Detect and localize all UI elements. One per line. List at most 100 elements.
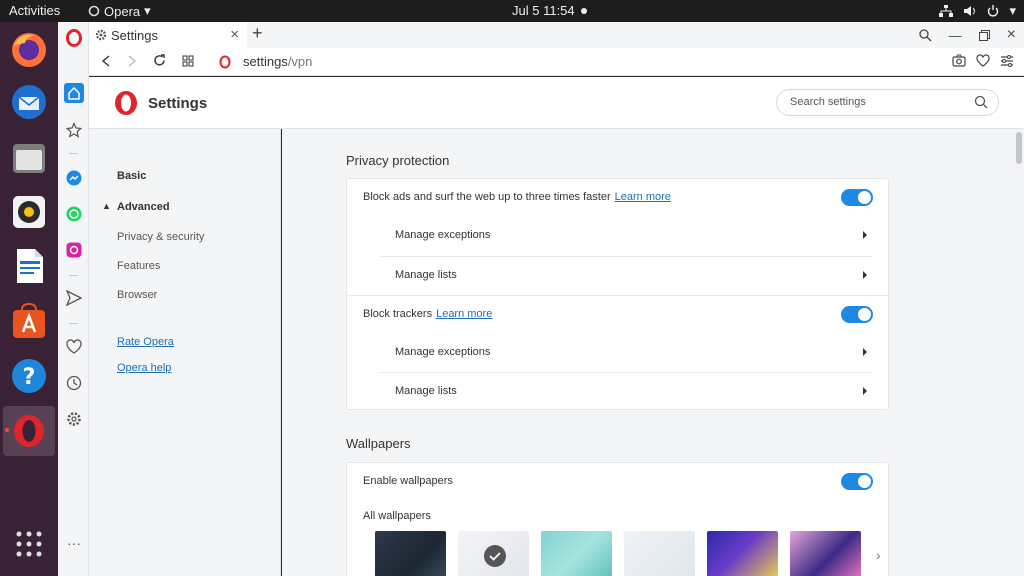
show-applications-icon[interactable] xyxy=(9,524,49,564)
wallpaper-thumbnail[interactable] xyxy=(790,531,861,576)
section-title-wallpapers: Wallpapers xyxy=(346,436,411,451)
back-icon[interactable] xyxy=(101,54,111,67)
divider xyxy=(69,275,78,276)
reload-icon[interactable] xyxy=(153,54,166,67)
page-title: Settings xyxy=(148,95,208,112)
ads-manage-lists-row[interactable]: Manage lists xyxy=(379,256,873,294)
bookmark-heart-icon[interactable] xyxy=(976,54,990,67)
divider xyxy=(69,153,78,154)
ads-manage-exceptions-label: Manage exceptions xyxy=(395,229,491,241)
block-ads-row: Block ads and surf the web up to three t… xyxy=(347,179,888,217)
nav-advanced[interactable]: Advanced xyxy=(117,201,170,213)
clock[interactable]: Jul 5 11:54 xyxy=(512,3,575,18)
home-icon[interactable] xyxy=(64,83,84,103)
search-placeholder: Search settings xyxy=(790,96,866,108)
opera-help-link[interactable]: Opera help xyxy=(117,362,171,374)
block-trackers-toggle[interactable] xyxy=(841,306,873,323)
speed-dial-icon[interactable] xyxy=(182,55,194,67)
forward-icon[interactable] xyxy=(127,54,137,67)
settings-nav: Basic ▲ Advanced Privacy & security Feat… xyxy=(89,129,281,576)
settings-gear-icon[interactable] xyxy=(64,409,84,429)
ads-manage-exceptions-row[interactable]: Manage exceptions xyxy=(379,217,873,255)
messenger-icon[interactable] xyxy=(64,168,84,188)
ads-manage-lists-label: Manage lists xyxy=(395,269,457,281)
trackers-manage-lists-row[interactable]: Manage lists xyxy=(379,372,873,410)
search-tabs-icon[interactable] xyxy=(919,28,932,42)
instagram-icon[interactable] xyxy=(64,240,84,260)
firefox-icon[interactable] xyxy=(9,30,49,70)
section-title-privacy: Privacy protection xyxy=(346,153,450,168)
app-menu-label: Opera xyxy=(104,3,141,19)
opera-page-icon xyxy=(219,55,231,68)
enable-wallpapers-label: Enable wallpapers xyxy=(363,475,453,487)
ubuntu-software-icon[interactable] xyxy=(9,301,49,341)
rate-opera-link[interactable]: Rate Opera xyxy=(117,336,174,348)
chevron-right-icon[interactable]: › xyxy=(876,547,881,563)
nav-privacy-security[interactable]: Privacy & security xyxy=(117,231,204,243)
minimize-button[interactable]: — xyxy=(949,28,962,43)
settings-content: Privacy protection Block ads and surf th… xyxy=(282,129,1014,576)
activities-button[interactable]: Activities xyxy=(9,3,60,18)
chevron-right-icon xyxy=(863,231,867,239)
trackers-learn-more-link[interactable]: Learn more xyxy=(436,308,492,320)
trackers-manage-exceptions-label: Manage exceptions xyxy=(395,346,491,358)
system-top-bar: Activities Opera ▾ Jul 5 11:54 ▾ xyxy=(0,0,1024,22)
ubuntu-dock: ? xyxy=(0,22,58,576)
maximize-button[interactable] xyxy=(978,29,990,41)
wallpaper-thumbnail[interactable] xyxy=(707,531,778,576)
search-icon xyxy=(974,95,988,109)
files-icon[interactable] xyxy=(9,138,49,178)
close-window-button[interactable]: × xyxy=(1007,26,1016,44)
app-menu[interactable]: Opera ▾ xyxy=(88,3,151,19)
wallpaper-thumbnail-selected[interactable] xyxy=(458,531,529,576)
svg-text:?: ? xyxy=(23,365,36,390)
opera-logo xyxy=(115,91,137,115)
close-tab-icon[interactable]: × xyxy=(230,26,239,43)
scrollbar[interactable] xyxy=(1014,129,1024,576)
collapse-caret-icon[interactable]: ▲ xyxy=(102,201,111,211)
libreoffice-writer-icon[interactable] xyxy=(9,246,49,286)
history-icon[interactable] xyxy=(64,373,84,393)
new-tab-button[interactable]: + xyxy=(252,23,263,44)
scrollbar-thumb[interactable] xyxy=(1016,132,1022,164)
trackers-manage-exceptions-row[interactable]: Manage exceptions xyxy=(379,334,873,372)
running-indicator xyxy=(5,428,9,432)
enable-wallpapers-toggle[interactable] xyxy=(841,473,873,490)
system-tray[interactable]: ▾ xyxy=(939,3,1016,19)
star-icon[interactable] xyxy=(64,120,84,140)
url-host: settings xyxy=(243,54,288,69)
block-trackers-label: Block trackers xyxy=(363,308,433,320)
enable-wallpapers-row: Enable wallpapers xyxy=(347,463,888,501)
opera-sidebar: ··· xyxy=(58,22,89,576)
privacy-card: Block ads and surf the web up to three t… xyxy=(346,178,889,410)
block-ads-label: Block ads and surf the web up to three t… xyxy=(363,191,611,203)
whatsapp-icon[interactable] xyxy=(64,204,84,224)
snapshot-camera-icon[interactable] xyxy=(952,54,966,67)
gear-icon xyxy=(95,29,107,41)
block-ads-toggle[interactable] xyxy=(841,189,873,206)
nav-browser[interactable]: Browser xyxy=(117,289,157,301)
opera-dock-icon[interactable] xyxy=(3,406,55,456)
rhythmbox-icon[interactable] xyxy=(9,192,49,232)
opera-menu-icon[interactable] xyxy=(64,28,84,48)
search-input[interactable]: Search settings xyxy=(776,89,999,116)
nav-features[interactable]: Features xyxy=(117,260,160,272)
easy-setup-icon[interactable] xyxy=(1000,54,1014,67)
heart-icon[interactable] xyxy=(64,337,84,357)
wallpaper-thumbnail[interactable] xyxy=(541,531,612,576)
checkmark-icon xyxy=(484,545,506,567)
wallpaper-thumbnail[interactable] xyxy=(375,531,446,576)
block-ads-learn-more-link[interactable]: Learn more xyxy=(615,191,671,203)
wallpaper-thumbnail[interactable] xyxy=(624,531,695,576)
chevron-down-icon: ▾ xyxy=(1009,3,1016,18)
url-field[interactable]: settings/vpn xyxy=(219,54,312,69)
tab-settings[interactable]: Settings × xyxy=(89,22,247,48)
send-icon[interactable] xyxy=(64,288,84,308)
tab-title: Settings xyxy=(111,27,158,43)
more-icon[interactable]: ··· xyxy=(64,533,84,553)
thunderbird-icon[interactable] xyxy=(9,82,49,122)
help-icon[interactable]: ? xyxy=(9,356,49,396)
nav-basic[interactable]: Basic xyxy=(117,170,146,182)
volume-icon xyxy=(964,6,976,16)
chevron-right-icon xyxy=(863,387,867,395)
